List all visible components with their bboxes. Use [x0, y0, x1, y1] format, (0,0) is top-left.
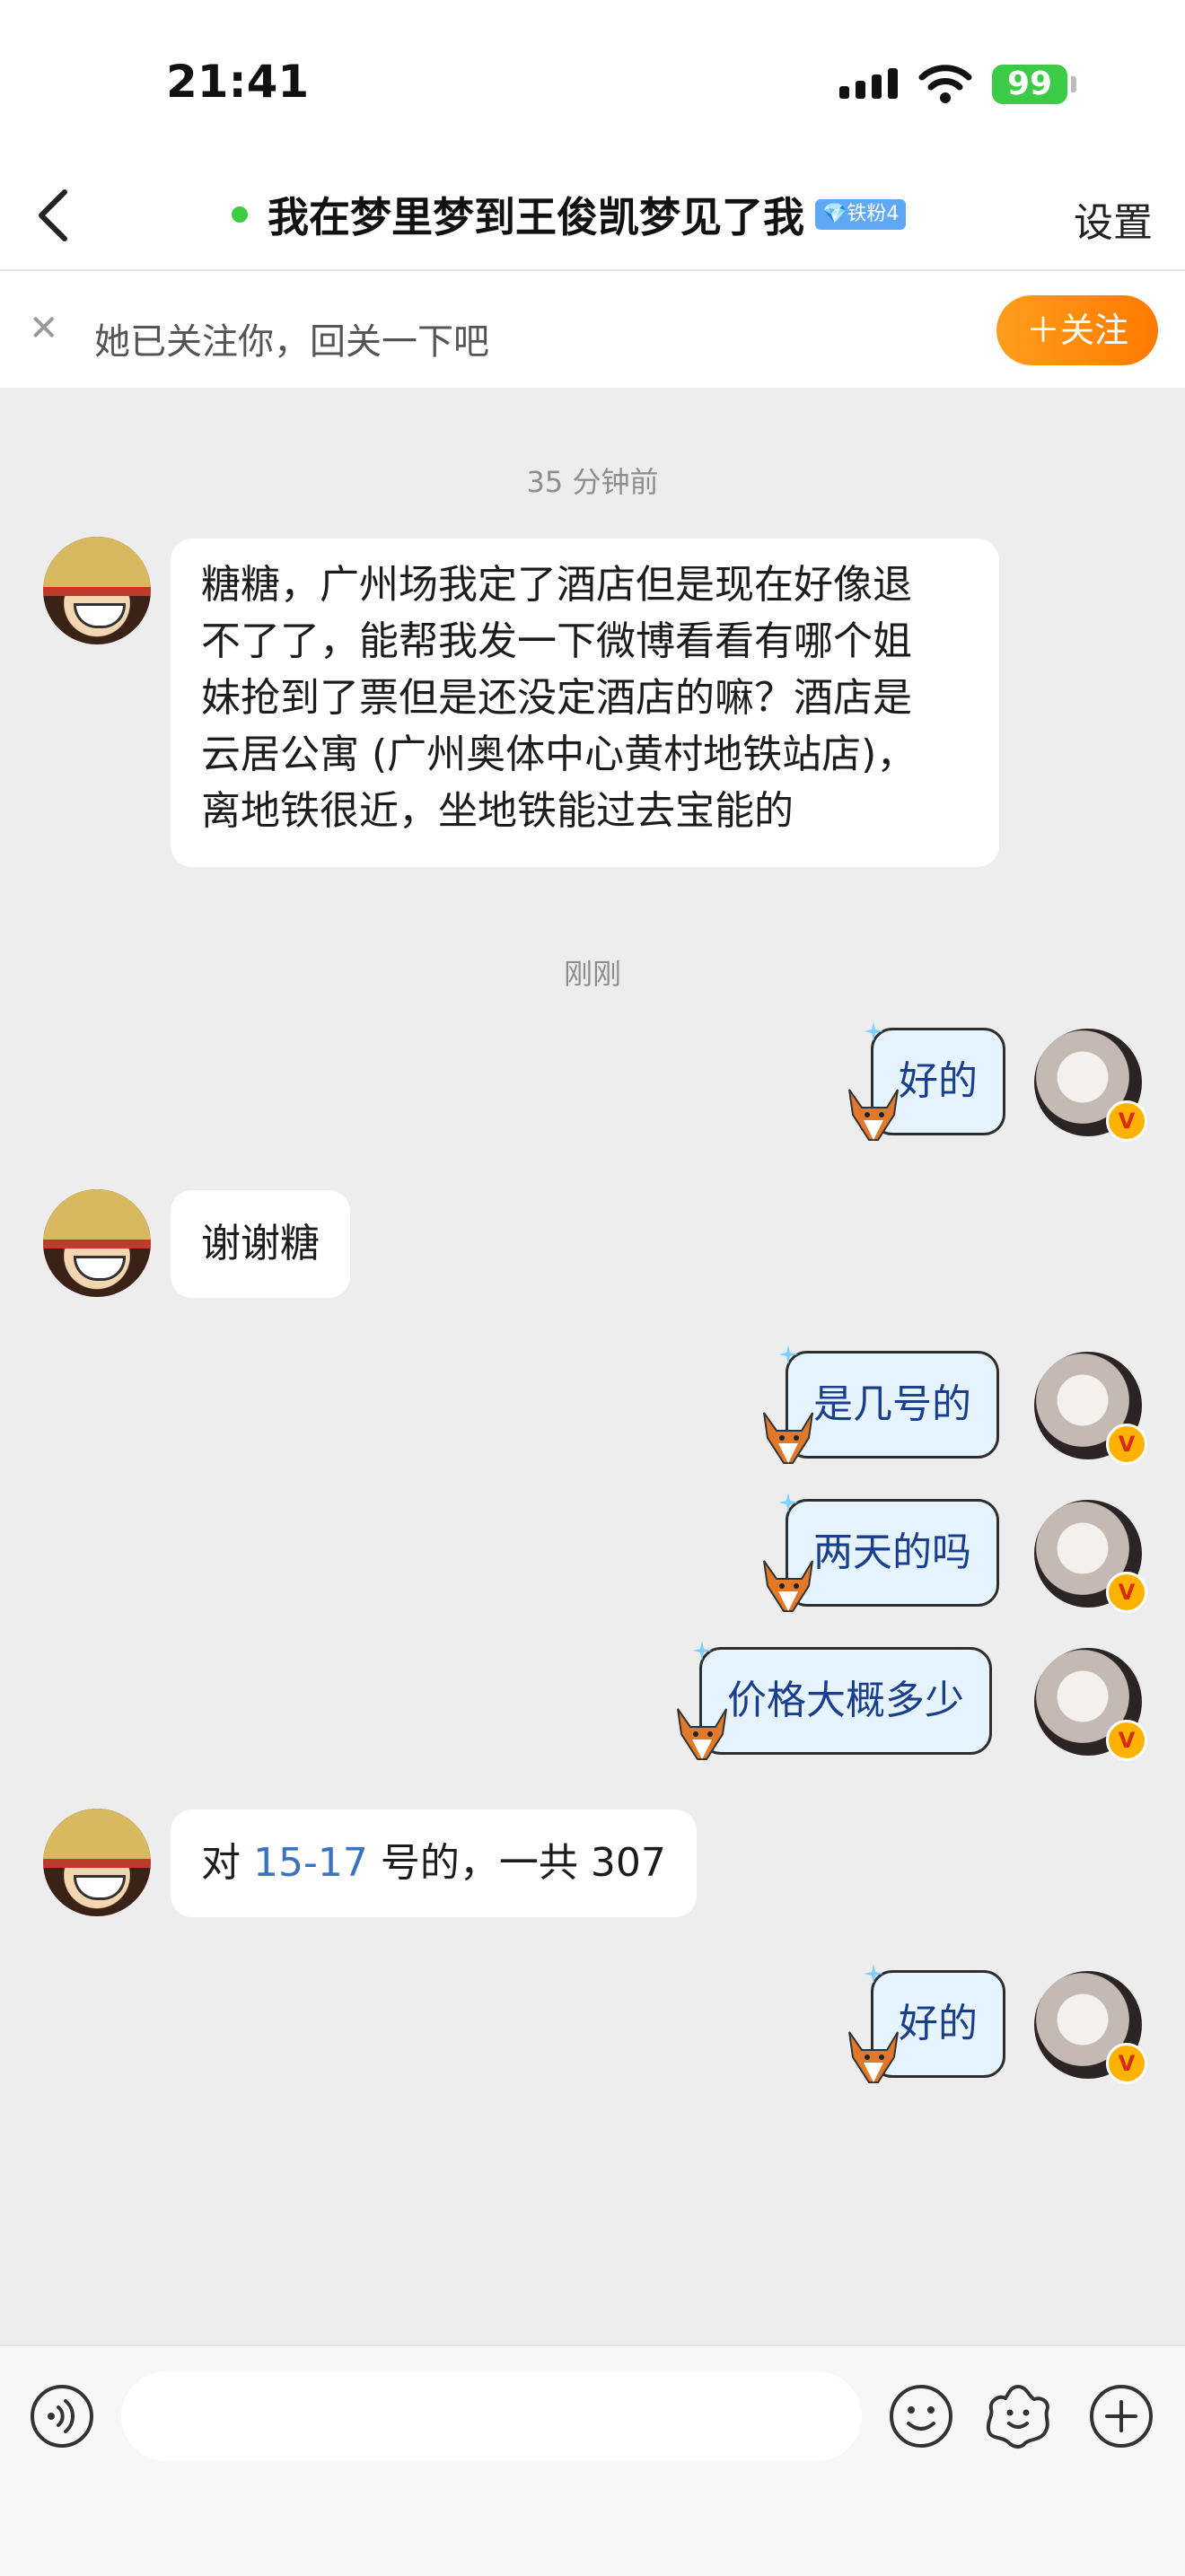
fox-sticker-icon — [848, 1089, 899, 1141]
message-line: 糖糖，广州场我定了酒店但是现在好像退 — [201, 562, 912, 608]
verified-icon: V — [1106, 1424, 1147, 1465]
emoji-icon[interactable] — [889, 2384, 953, 2449]
settings-button[interactable]: 设置 — [1074, 190, 1153, 248]
received-message-bubble[interactable]: 对 15-17 号的，一共 307 — [171, 1809, 697, 1917]
sender-avatar[interactable] — [43, 537, 151, 644]
fox-sticker-icon — [677, 1708, 727, 1760]
status-time: 21:41 — [166, 56, 310, 108]
sender-avatar[interactable] — [43, 1189, 151, 1297]
message-timestamp: 刚刚 — [563, 957, 621, 991]
chat-header: 我在梦里梦到王俊凯梦见了我 💎铁粉4 设置 — [0, 162, 1185, 271]
my-avatar[interactable]: V — [1034, 1029, 1147, 1142]
my-avatar[interactable]: V — [1034, 1352, 1147, 1465]
cellular-signal-icon — [839, 68, 898, 99]
received-message-bubble[interactable]: 谢谢糖 — [171, 1190, 350, 1298]
message-text: 号的，一共 307 — [367, 1840, 666, 1886]
sparkle-icon — [778, 1345, 798, 1364]
verified-icon: V — [1106, 2043, 1147, 2084]
battery-level: 99 — [1006, 66, 1053, 102]
fox-sticker-icon — [763, 1560, 813, 1612]
sparkle-icon — [692, 1641, 712, 1660]
chat-title-group[interactable]: 我在梦里梦到王俊凯梦见了我 💎铁粉4 — [232, 185, 907, 244]
sparkle-icon — [778, 1493, 798, 1512]
message-input[interactable] — [121, 2371, 862, 2461]
status-bar: 21:41 99 — [0, 0, 1185, 162]
sent-message-bubble[interactable]: 价格大概多少 — [699, 1647, 992, 1755]
my-avatar[interactable]: V — [1034, 1648, 1147, 1761]
message-timestamp: 35 分钟前 — [526, 465, 659, 499]
fan-level-badge: 💎铁粉4 — [815, 199, 907, 230]
date-link[interactable]: 15-17 — [253, 1840, 368, 1886]
message-text: 对 — [201, 1840, 253, 1886]
message-line: 离地铁很近，坐地铁能过去宝能的 — [201, 788, 794, 834]
message-input-bar — [0, 2344, 1185, 2576]
chat-title: 我在梦里梦到王俊凯梦见了我 — [268, 193, 804, 241]
wifi-icon — [918, 65, 972, 103]
verified-icon: V — [1106, 1100, 1147, 1142]
plus-icon[interactable] — [1089, 2384, 1154, 2449]
received-message-bubble[interactable]: 糖糖，广州场我定了酒店但是现在好像退 不了了，能帮我发一下微博看看有哪个姐 妹抢… — [171, 539, 999, 867]
close-icon[interactable]: ✕ — [29, 311, 59, 346]
battery-icon: 99 — [992, 65, 1067, 104]
sender-avatar[interactable] — [43, 1809, 151, 1916]
message-line: 云居公寓 (广州奥体中心黄村地铁站店)， — [201, 732, 917, 777]
my-avatar[interactable]: V — [1034, 1500, 1147, 1613]
my-avatar[interactable]: V — [1034, 1971, 1147, 2084]
follow-back-button[interactable]: ＋关注 — [996, 295, 1158, 365]
verified-icon: V — [1106, 1720, 1147, 1761]
back-arrow-icon[interactable] — [27, 181, 81, 250]
voice-icon[interactable] — [30, 2384, 94, 2449]
verified-icon: V — [1106, 1572, 1147, 1613]
battery-cap — [1071, 76, 1076, 92]
fox-sticker-icon — [763, 1412, 813, 1464]
fox-sticker-icon — [848, 2031, 899, 2083]
sticker-icon[interactable] — [984, 2382, 1052, 2450]
follow-prompt-bar: ✕ 她已关注你，回关一下吧 ＋关注 — [0, 271, 1185, 388]
sparkle-icon — [864, 1964, 883, 1984]
online-status-dot — [232, 206, 248, 223]
message-line: 妹抢到了票但是还没定酒店的嘛？酒店是 — [201, 675, 912, 721]
sparkle-icon — [864, 1021, 883, 1041]
message-line: 不了了，能帮我发一下微博看看有哪个姐 — [201, 618, 912, 664]
follow-prompt-text: 她已关注你，回关一下吧 — [94, 321, 489, 363]
